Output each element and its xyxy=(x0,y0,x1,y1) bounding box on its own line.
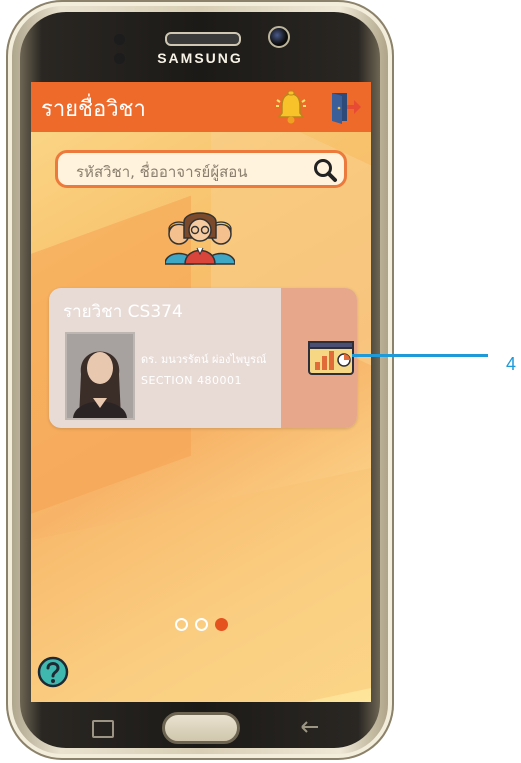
page-dot-3-active[interactable] xyxy=(215,618,228,631)
home-button[interactable] xyxy=(162,712,240,744)
logout-icon[interactable] xyxy=(329,90,361,124)
earpiece xyxy=(165,32,241,46)
students-group-icon xyxy=(165,212,235,265)
page-indicator xyxy=(175,618,235,634)
page-dot-1[interactable] xyxy=(175,618,188,631)
course-title: รายวิชา CS374 xyxy=(63,302,183,322)
teacher-photo xyxy=(65,332,135,420)
search-icon[interactable] xyxy=(312,157,338,183)
section-number: SECTION 480001 xyxy=(141,374,242,387)
search-input[interactable] xyxy=(74,159,288,185)
back-icon[interactable] xyxy=(300,720,320,734)
page-title: รายชื่อวิชา xyxy=(41,97,146,122)
teacher-name: ดร. มนวรรัตน์ ผ่องไพบูรณ์ xyxy=(141,353,267,366)
bell-icon[interactable] xyxy=(275,90,307,126)
recent-apps-button[interactable] xyxy=(92,720,114,738)
help-icon[interactable] xyxy=(37,656,69,688)
app-bar: รายชื่อวิชา xyxy=(31,82,371,132)
app-screen: รายชื่อวิชา รหัสวิชา, ชื่ออาจารย์ผู้สอน … xyxy=(31,82,371,702)
search-bar[interactable] xyxy=(55,150,347,188)
page-dot-2[interactable] xyxy=(195,618,208,631)
course-card[interactable]: รายวิชา CS374 ดร. มนวรรัตน์ ผ่องไพบูรณ์ … xyxy=(49,288,357,428)
front-camera xyxy=(268,26,290,48)
callout-line xyxy=(352,354,488,357)
callout-number: 4 xyxy=(506,354,517,374)
stats-chart-icon[interactable] xyxy=(307,338,355,378)
device-brand: SAMSUNG xyxy=(157,50,243,66)
sensor-dots xyxy=(114,30,142,64)
